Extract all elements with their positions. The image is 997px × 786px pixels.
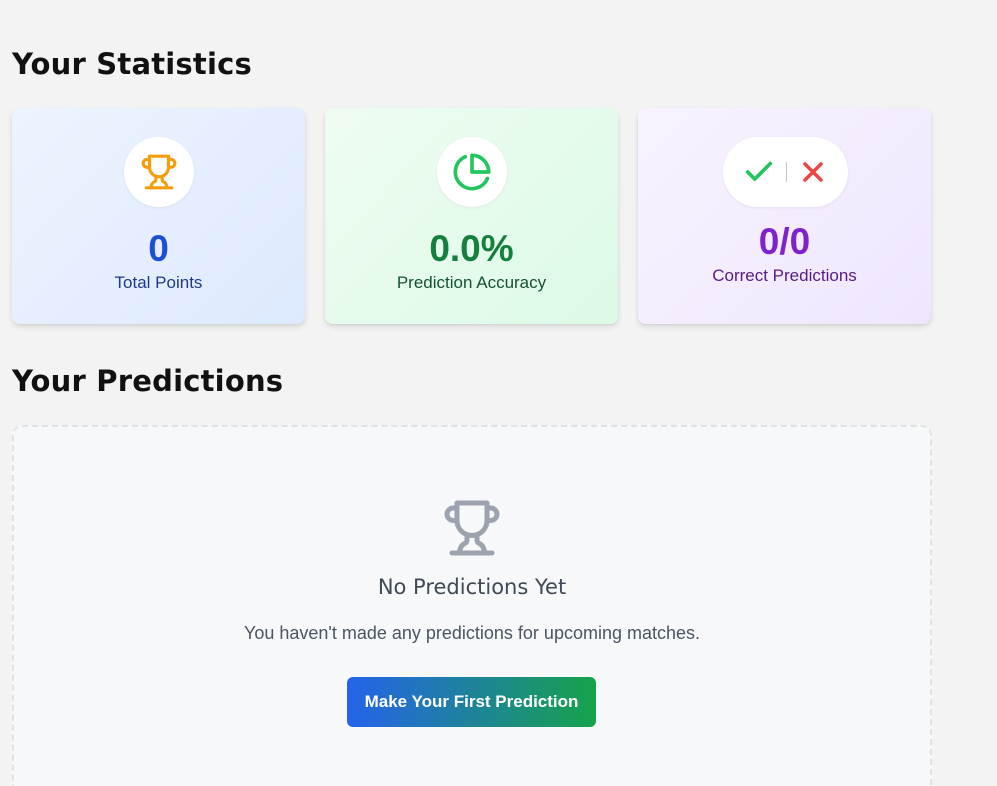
- page: Your Statistics 0 Total Points 0.0% Pred…: [0, 0, 997, 786]
- accuracy-value: 0.0%: [429, 228, 514, 269]
- trophy-icon: [444, 500, 500, 556]
- predictions-heading: Your Predictions: [12, 364, 284, 398]
- pie-chart-icon-badge: [436, 137, 507, 207]
- empty-state-title: No Predictions Yet: [377, 575, 567, 599]
- check-x-icon-badge: [722, 137, 848, 207]
- total-points-value: 0: [148, 228, 169, 269]
- trophy-icon: [141, 154, 176, 190]
- x-icon: [802, 162, 823, 182]
- total-points-card: 0 Total Points: [12, 108, 305, 324]
- statistics-heading: Your Statistics: [12, 47, 252, 81]
- make-first-prediction-button[interactable]: Make Your First Prediction: [347, 677, 596, 727]
- prediction-accuracy-card: 0.0% Prediction Accuracy: [325, 108, 618, 324]
- trophy-icon-badge: [123, 137, 194, 207]
- predictions-empty-state: No Predictions Yet You haven't made any …: [12, 425, 932, 786]
- correct-predictions-value: 0/0: [758, 221, 811, 262]
- correct-predictions-card: 0/0 Correct Predictions: [638, 108, 931, 324]
- correct-predictions-label: Correct Predictions: [712, 266, 857, 285]
- icon-separator: [785, 162, 787, 182]
- check-icon: [745, 161, 772, 181]
- accuracy-label: Prediction Accuracy: [396, 273, 547, 292]
- total-points-label: Total Points: [114, 273, 203, 292]
- empty-state-message: You haven't made any predictions for upc…: [243, 623, 701, 643]
- pie-chart-icon: [453, 153, 490, 191]
